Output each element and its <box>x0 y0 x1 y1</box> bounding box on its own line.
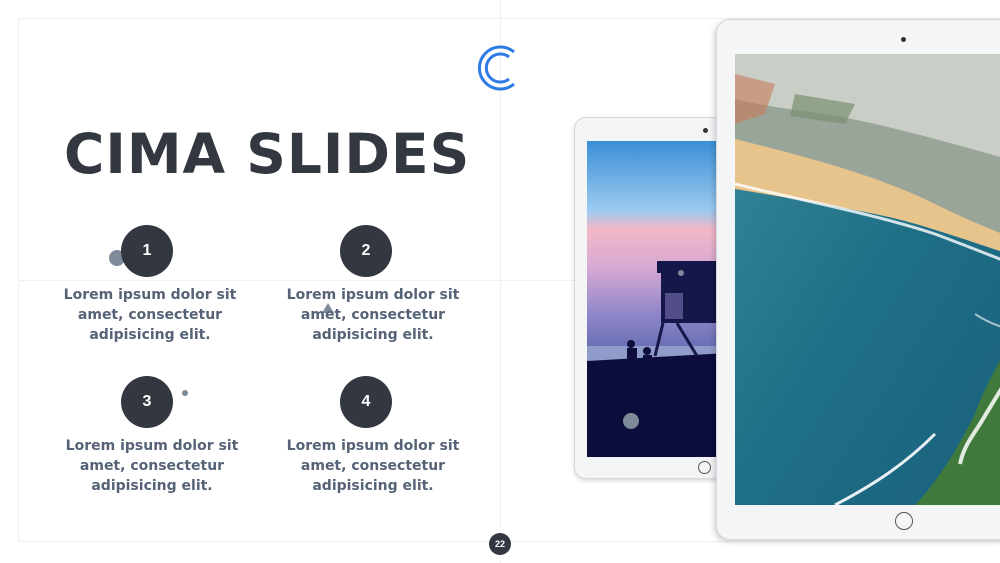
tablet-small <box>574 117 724 479</box>
tablet-large <box>716 19 1000 540</box>
point-number-4: 4 <box>340 376 392 428</box>
slide-title: CIMA SLIDES <box>64 122 471 186</box>
point-number-2: 2 <box>340 225 392 277</box>
home-button-icon <box>895 512 913 530</box>
decorative-dot-small <box>182 390 188 396</box>
point-text-3: Lorem ipsum dolor sit amet, consectetur … <box>65 438 239 494</box>
tablet-aerial-beach-image <box>735 54 1000 505</box>
point-text-4: Lorem ipsum dolor sit amet, consectetur … <box>286 438 460 494</box>
point-number-1: 1 <box>121 225 173 277</box>
guide-line-horizontal <box>18 280 578 281</box>
camera-icon <box>901 37 906 42</box>
point-number-3: 3 <box>121 376 173 428</box>
point-text-2: Lorem ipsum dolor sit amet, consectetur … <box>286 287 460 343</box>
point-text-1: Lorem ipsum dolor sit amet, consectetur … <box>63 287 237 343</box>
cima-c-logo-icon <box>477 45 515 91</box>
tablet-sunset-lifeguard-tower-image <box>587 141 723 457</box>
home-button-icon <box>698 461 711 474</box>
page-number-badge: 22 <box>489 533 511 555</box>
camera-icon <box>703 128 708 133</box>
